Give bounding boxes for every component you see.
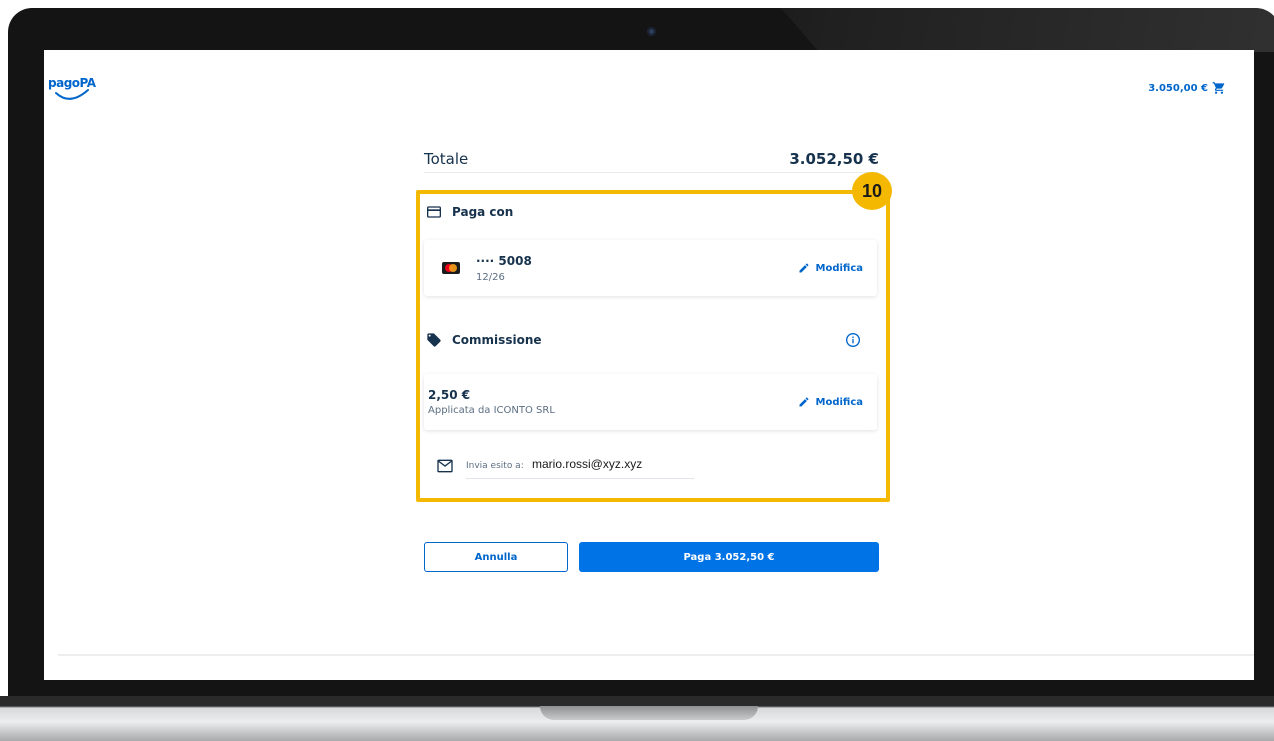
- cart-amount: 3.050,00 €: [1148, 82, 1208, 94]
- edit-payment-method-button[interactable]: Modifica: [798, 262, 864, 274]
- pencil-icon: [799, 263, 808, 273]
- card-expiry: 12/26: [476, 272, 505, 283]
- edit-fee-label: Modifica: [815, 396, 864, 408]
- screen-divider: [58, 654, 1254, 656]
- laptop-notch: [540, 706, 758, 720]
- edit-fee-button[interactable]: Modifica: [798, 396, 864, 408]
- info-icon[interactable]: [845, 332, 861, 348]
- mastercard-icon: [442, 262, 460, 274]
- email-field-underline: [466, 478, 694, 479]
- email-field[interactable]: mario.rossi@xyz.xyz: [532, 457, 642, 471]
- card-number: ···· 5008: [476, 254, 532, 268]
- email-label: Invia esito a:: [466, 461, 524, 471]
- tag-icon: [427, 333, 441, 347]
- pay-button[interactable]: Paga 3.052,50 €: [579, 542, 879, 572]
- pagopa-logo[interactable]: pagoPA: [48, 76, 104, 106]
- webcam: [647, 27, 656, 36]
- mail-icon: [437, 459, 453, 473]
- step-number-badge: 10: [852, 172, 892, 210]
- total-amount: 3.052,50 €: [789, 150, 879, 168]
- credit-card-icon: [427, 206, 441, 218]
- total-row: Totale 3.052,50 €: [424, 146, 879, 173]
- screen: pagoPA 3.050,00 € Totale 3.052,50 € 10 P: [44, 50, 1254, 680]
- payment-method-title: Paga con: [452, 205, 514, 219]
- fee-provider: Applicata da ICONTO SRL: [428, 405, 555, 416]
- email-receipt-row: Invia esito a: mario.rossi@xyz.xyz: [424, 448, 877, 484]
- payment-card-row[interactable]: ···· 5008 12/26 Modifica: [424, 240, 877, 296]
- fee-amount: 2,50 €: [428, 388, 471, 402]
- cancel-button[interactable]: Annulla: [424, 542, 568, 572]
- cart-summary[interactable]: 3.050,00 €: [1148, 81, 1226, 95]
- fee-heading: Commissione: [426, 332, 542, 348]
- edit-payment-label: Modifica: [815, 262, 864, 274]
- cart-icon: [1212, 82, 1225, 94]
- laptop-frame: pagoPA 3.050,00 € Totale 3.052,50 € 10 P: [0, 0, 1274, 741]
- logo-swoosh-icon: [55, 89, 89, 100]
- fee-row[interactable]: 2,50 € Applicata da ICONTO SRL Modifica: [424, 374, 877, 430]
- fee-title: Commissione: [452, 333, 542, 347]
- pencil-icon: [799, 397, 808, 407]
- total-label: Totale: [424, 150, 469, 168]
- payment-method-heading: Paga con: [426, 204, 513, 220]
